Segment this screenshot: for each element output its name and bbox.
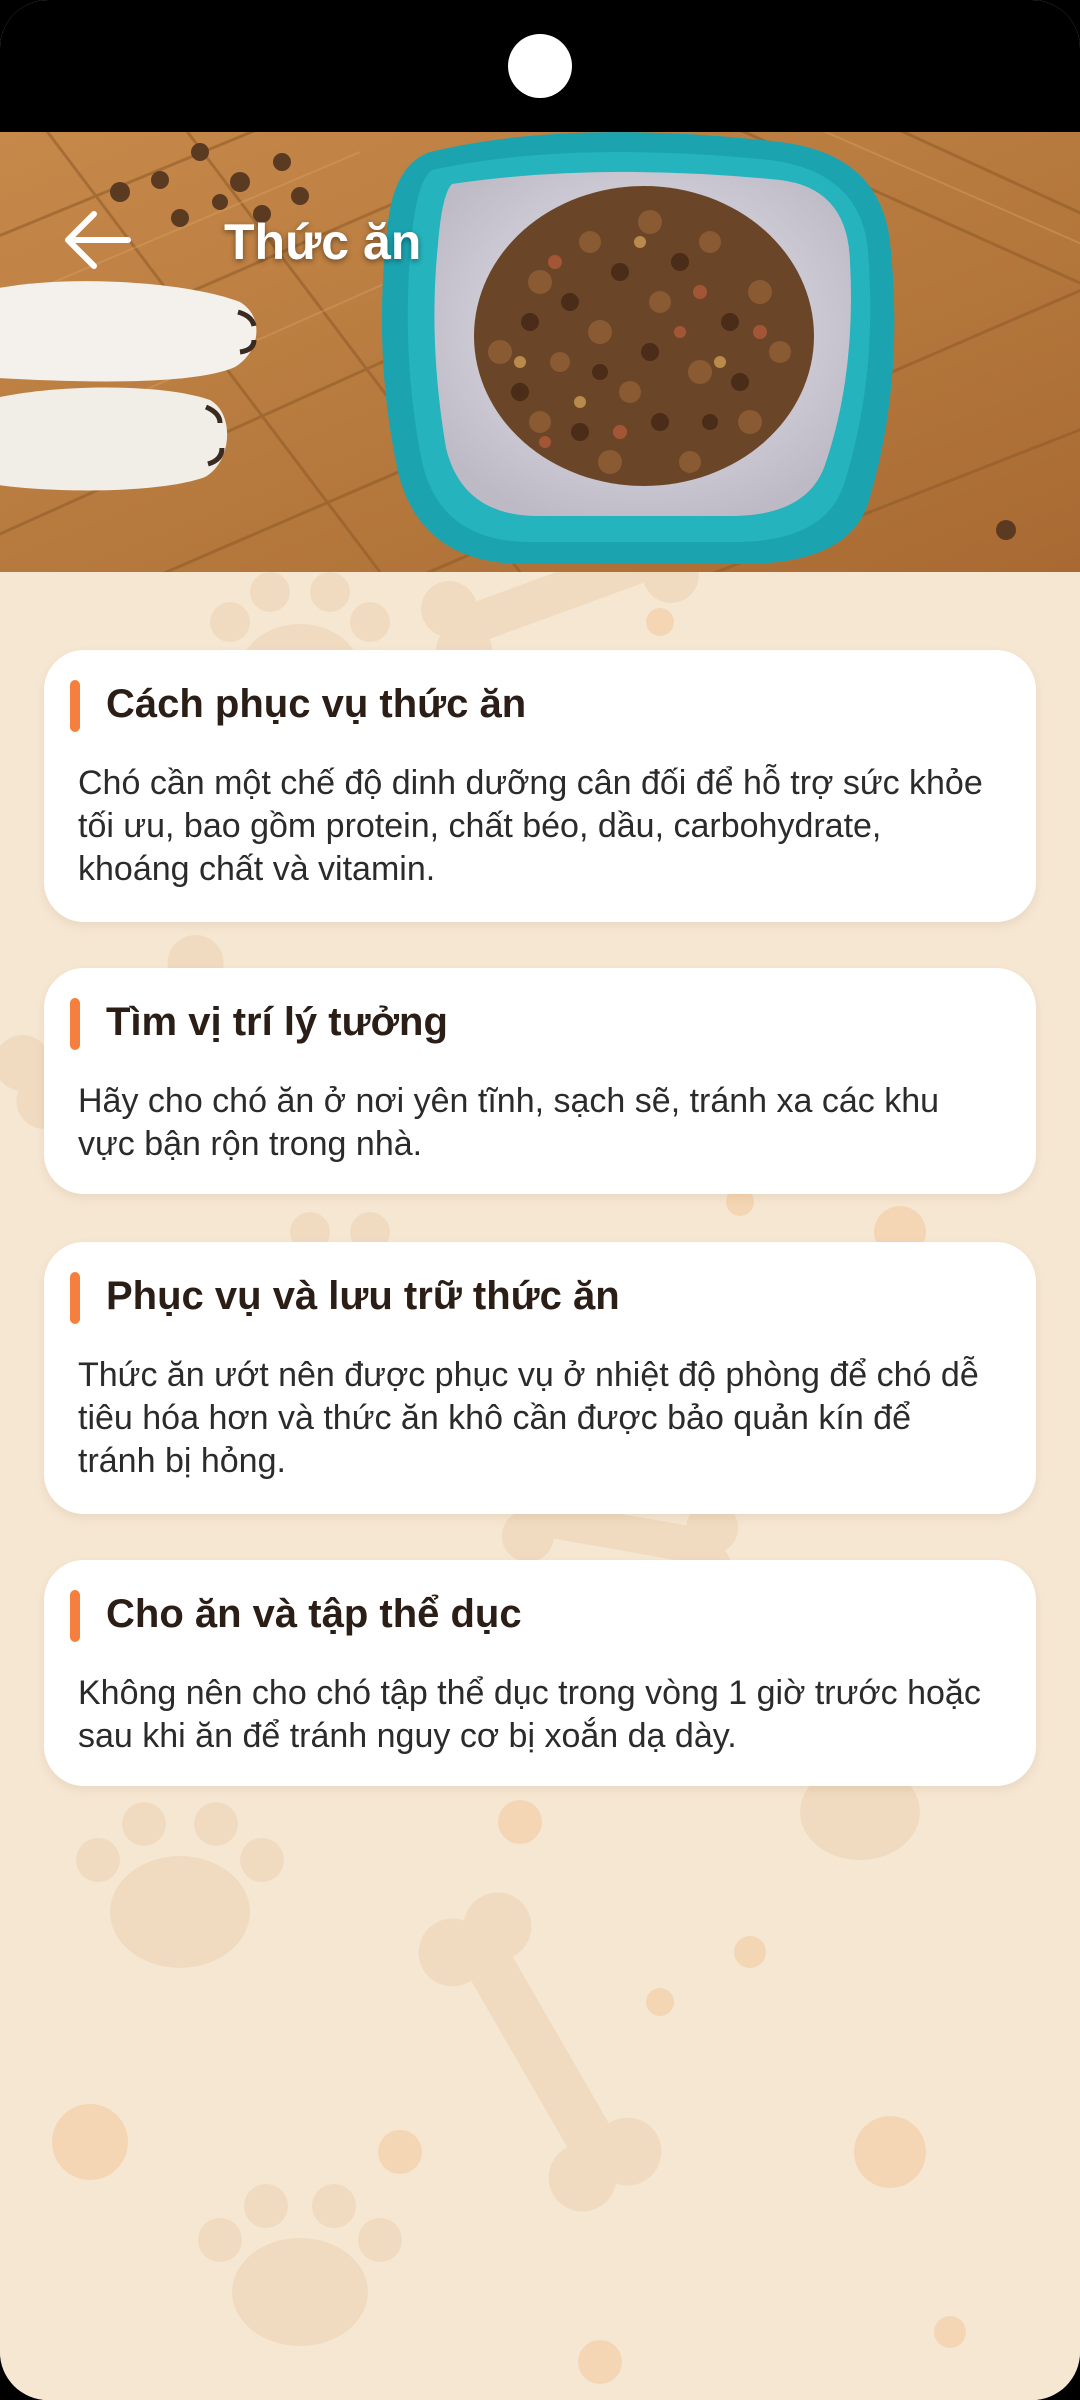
hero-image: Thức ăn — [0, 132, 1080, 572]
card-accent-bar — [70, 1590, 80, 1642]
card-title: Phục vụ và lưu trữ thức ăn — [106, 1274, 620, 1318]
card-accent-bar — [70, 680, 80, 732]
info-card-location: Tìm vị trí lý tưởng Hãy cho chó ăn ở nơi… — [44, 968, 1036, 1194]
card-title: Cho ăn và tập thể dục — [106, 1592, 522, 1636]
card-accent-bar — [70, 998, 80, 1050]
card-body: Hãy cho chó ăn ở nơi yên tĩnh, sạch sẽ, … — [78, 1082, 940, 1163]
dog-food-bowl-illustration — [0, 132, 1080, 572]
back-button[interactable] — [58, 200, 138, 280]
arrow-left-icon — [65, 211, 131, 269]
info-card-serving: Cách phục vụ thức ăn Chó cần một chế độ … — [44, 650, 1036, 922]
camera-cutout — [508, 34, 572, 98]
card-body: Chó cần một chế độ dinh dưỡng cân đối để… — [78, 764, 983, 888]
card-body: Thức ăn ướt nên được phục vụ ở nhiệt độ … — [78, 1356, 979, 1480]
card-body: Không nên cho chó tập thể dục trong vòng… — [78, 1674, 981, 1755]
info-card-exercise: Cho ăn và tập thể dục Không nên cho chó … — [44, 1560, 1036, 1786]
page-title: Thức ăn — [224, 214, 422, 270]
card-accent-bar — [70, 1272, 80, 1324]
card-title: Tìm vị trí lý tưởng — [106, 1000, 448, 1044]
app-screen: Thức ăn Cách phục vụ thức ăn Chó cần một… — [0, 0, 1080, 2400]
info-card-storage: Phục vụ và lưu trữ thức ăn Thức ăn ướt n… — [44, 1242, 1036, 1514]
status-bar — [0, 0, 1080, 132]
card-title: Cách phục vụ thức ăn — [106, 682, 527, 726]
